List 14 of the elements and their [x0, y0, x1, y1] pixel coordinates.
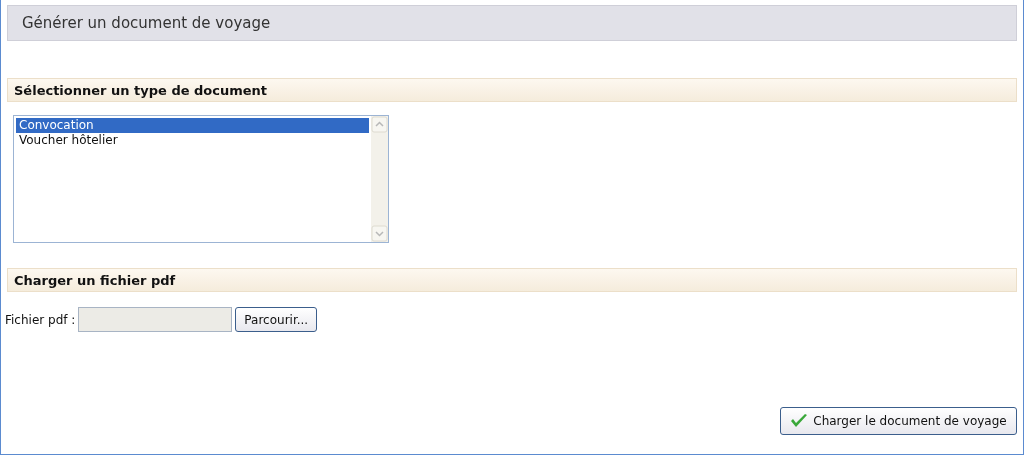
section-header: Charger un fichier pdf — [7, 268, 1017, 292]
scroll-up-icon[interactable] — [371, 116, 388, 133]
submit-button[interactable]: Charger le document de voyage — [780, 407, 1017, 435]
section-header: Sélectionner un type de document — [7, 78, 1017, 102]
scroll-down-icon[interactable] — [371, 225, 388, 242]
list-option[interactable]: Convocation — [16, 118, 369, 133]
list-box[interactable]: Convocation Voucher hôtelier — [13, 115, 389, 243]
check-icon — [790, 413, 809, 429]
browse-button[interactable]: Parcourir... — [235, 307, 318, 332]
field-label: Fichier pdf : — [5, 312, 76, 327]
file-field[interactable] — [78, 307, 233, 332]
page-title: Générer un document de voyage — [7, 5, 1017, 41]
scrollbar[interactable] — [371, 116, 388, 242]
list-option[interactable]: Voucher hôtelier — [16, 133, 369, 148]
